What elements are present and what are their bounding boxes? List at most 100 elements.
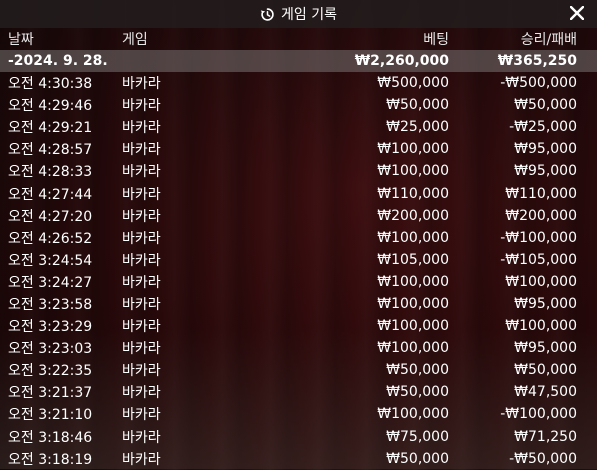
history-row[interactable]: 오전 3:18:19 바카라 ₩50,000 -₩50,000 (0, 448, 597, 470)
row-result: ₩95,000 (514, 340, 577, 357)
history-row[interactable]: 오전 3:21:10 바카라 ₩100,000 -₩100,000 (0, 403, 597, 425)
column-header-date[interactable]: 날짜 (8, 29, 34, 49)
row-time: 오전 3:24:54 (8, 252, 93, 269)
row-bet: ₩200,000 (377, 207, 449, 224)
row-time: 오전 4:30:38 (8, 76, 93, 93)
row-bet: ₩100,000 (377, 229, 449, 246)
summary-date: -2024. 9. 28. (8, 53, 108, 69)
column-header-game[interactable]: 게임 (122, 29, 148, 49)
table-header: 날짜 게임 베팅 승리/패배 (0, 28, 597, 50)
date-summary-row[interactable]: -2024. 9. 28. ₩2,260,000 ₩365,250 (0, 50, 597, 72)
row-result: ₩95,000 (514, 295, 577, 312)
row-result: -₩50,000 (509, 450, 577, 467)
history-row[interactable]: 오전 3:23:29 바카라 ₩100,000 ₩100,000 (0, 315, 597, 337)
summary-bet: ₩2,260,000 (354, 53, 449, 69)
row-bet: ₩100,000 (377, 406, 449, 423)
row-time: 오전 4:26:52 (8, 230, 93, 247)
row-game: 바카라 (122, 120, 161, 137)
close-button[interactable] (567, 3, 587, 23)
row-bet: ₩100,000 (377, 340, 449, 357)
row-result: ₩50,000 (514, 97, 577, 114)
row-game: 바카라 (122, 341, 161, 358)
summary-result: ₩365,250 (497, 53, 577, 69)
row-result: -₩25,000 (509, 119, 577, 136)
history-row[interactable]: 오전 4:28:57 바카라 ₩100,000 ₩95,000 (0, 138, 597, 160)
close-icon (570, 6, 584, 20)
row-game: 바카라 (122, 319, 161, 336)
row-time: 오전 4:28:57 (8, 142, 93, 159)
row-bet: ₩110,000 (377, 185, 449, 202)
window-title: 게임 기록 (281, 7, 337, 23)
row-time: 오전 3:18:19 (8, 451, 93, 468)
row-game: 바카라 (122, 451, 161, 468)
row-game: 바카라 (122, 76, 161, 93)
history-icon (260, 7, 274, 21)
history-row[interactable]: 오전 4:26:52 바카라 ₩100,000 -₩100,000 (0, 227, 597, 249)
column-header-bet[interactable]: 베팅 (423, 29, 449, 49)
row-bet: ₩50,000 (386, 450, 449, 467)
history-row[interactable]: 오전 3:23:03 바카라 ₩100,000 ₩95,000 (0, 337, 597, 359)
row-time: 오전 3:23:03 (8, 341, 93, 358)
row-game: 바카라 (122, 164, 161, 181)
row-time: 오전 3:21:37 (8, 385, 93, 402)
row-game: 바카라 (122, 142, 161, 159)
history-row[interactable]: 오전 4:27:44 바카라 ₩110,000 ₩110,000 (0, 182, 597, 204)
history-row[interactable]: 오전 3:24:27 바카라 ₩100,000 ₩100,000 (0, 271, 597, 293)
row-bet: ₩100,000 (377, 273, 449, 290)
row-time: 오전 3:24:27 (8, 274, 93, 291)
history-row[interactable]: 오전 3:22:35 바카라 ₩50,000 ₩50,000 (0, 359, 597, 381)
history-row[interactable]: 오전 4:29:21 바카라 ₩25,000 -₩25,000 (0, 116, 597, 138)
history-row[interactable]: 오전 3:21:37 바카라 ₩50,000 ₩47,500 (0, 381, 597, 403)
row-time: 오전 4:27:44 (8, 186, 93, 203)
row-game: 바카라 (122, 208, 161, 225)
row-result: ₩50,000 (514, 362, 577, 379)
row-result: -₩105,000 (500, 251, 577, 268)
row-game: 바카라 (122, 429, 161, 446)
row-bet: ₩50,000 (386, 384, 449, 401)
history-row[interactable]: 오전 4:30:38 바카라 ₩500,000 -₩500,000 (0, 72, 597, 94)
row-bet: ₩75,000 (386, 428, 449, 445)
row-game: 바카라 (122, 296, 161, 313)
row-bet: ₩100,000 (377, 141, 449, 158)
row-time: 오전 4:29:21 (8, 120, 93, 137)
row-result: ₩71,250 (514, 428, 577, 445)
history-row[interactable]: 오전 3:24:54 바카라 ₩105,000 -₩105,000 (0, 249, 597, 271)
row-result: -₩500,000 (500, 75, 577, 92)
row-bet: ₩100,000 (377, 318, 449, 335)
row-time: 오전 3:23:58 (8, 296, 93, 313)
row-time: 오전 3:18:46 (8, 429, 93, 446)
row-time: 오전 3:23:29 (8, 319, 93, 336)
row-bet: ₩100,000 (377, 295, 449, 312)
row-time: 오전 3:21:10 (8, 407, 93, 424)
row-result: ₩95,000 (514, 141, 577, 158)
row-game: 바카라 (122, 274, 161, 291)
row-game: 바카라 (122, 407, 161, 424)
row-time: 오전 4:29:46 (8, 98, 93, 115)
row-bet: ₩105,000 (377, 251, 449, 268)
row-game: 바카라 (122, 186, 161, 203)
column-header-result[interactable]: 승리/패배 (521, 29, 577, 49)
row-result: -₩100,000 (500, 406, 577, 423)
history-row[interactable]: 오전 3:23:58 바카라 ₩100,000 ₩95,000 (0, 293, 597, 315)
history-list: 오전 4:30:38 바카라 ₩500,000 -₩500,000 오전 4:29:4… (0, 72, 597, 470)
row-bet: ₩50,000 (386, 97, 449, 114)
history-row[interactable]: 오전 4:28:33 바카라 ₩100,000 ₩95,000 (0, 160, 597, 182)
title-wrap: 게임 기록 (260, 4, 337, 24)
history-row[interactable]: 오전 3:18:46 바카라 ₩75,000 ₩71,250 (0, 426, 597, 448)
title-bar: 게임 기록 (0, 0, 597, 28)
row-bet: ₩100,000 (377, 163, 449, 180)
history-row[interactable]: 오전 4:29:46 바카라 ₩50,000 ₩50,000 (0, 94, 597, 116)
row-bet: ₩500,000 (377, 75, 449, 92)
row-result: ₩200,000 (505, 207, 577, 224)
row-time: 오전 3:22:35 (8, 363, 93, 380)
row-result: ₩100,000 (505, 318, 577, 335)
row-result: -₩100,000 (500, 229, 577, 246)
row-game: 바카라 (122, 98, 161, 115)
row-result: ₩47,500 (514, 384, 577, 401)
row-game: 바카라 (122, 363, 161, 380)
row-result: ₩110,000 (505, 185, 577, 202)
history-row[interactable]: 오전 4:27:20 바카라 ₩200,000 ₩200,000 (0, 205, 597, 227)
row-result: ₩95,000 (514, 163, 577, 180)
row-bet: ₩50,000 (386, 362, 449, 379)
row-time: 오전 4:28:33 (8, 164, 93, 181)
